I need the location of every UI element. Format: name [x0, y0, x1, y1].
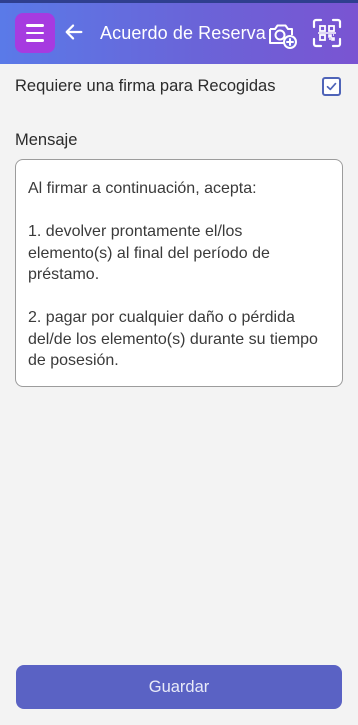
hamburger-icon-line	[26, 39, 44, 42]
qr-scan-icon[interactable]	[312, 18, 342, 48]
save-button[interactable]: Guardar	[16, 665, 342, 709]
checkmark-icon	[326, 82, 337, 91]
hamburger-icon	[26, 24, 44, 27]
signature-label: Requiere una firma para Recogidas	[15, 77, 276, 95]
camera-add-icon[interactable]	[266, 18, 298, 50]
page-title: Acuerdo de Reserva	[100, 23, 266, 43]
message-label: Mensaje	[15, 131, 78, 149]
hamburger-icon-line	[26, 31, 44, 35]
message-textarea[interactable]: Al firmar a continuación, acepta: 1. dev…	[15, 159, 343, 387]
signature-checkbox[interactable]	[322, 77, 341, 96]
menu-button[interactable]	[15, 13, 55, 53]
arrow-left-icon[interactable]	[63, 21, 85, 43]
signature-setting-row: Requiere una firma para Recogidas	[15, 76, 343, 98]
app-header: Acuerdo de Reserva	[0, 0, 358, 64]
